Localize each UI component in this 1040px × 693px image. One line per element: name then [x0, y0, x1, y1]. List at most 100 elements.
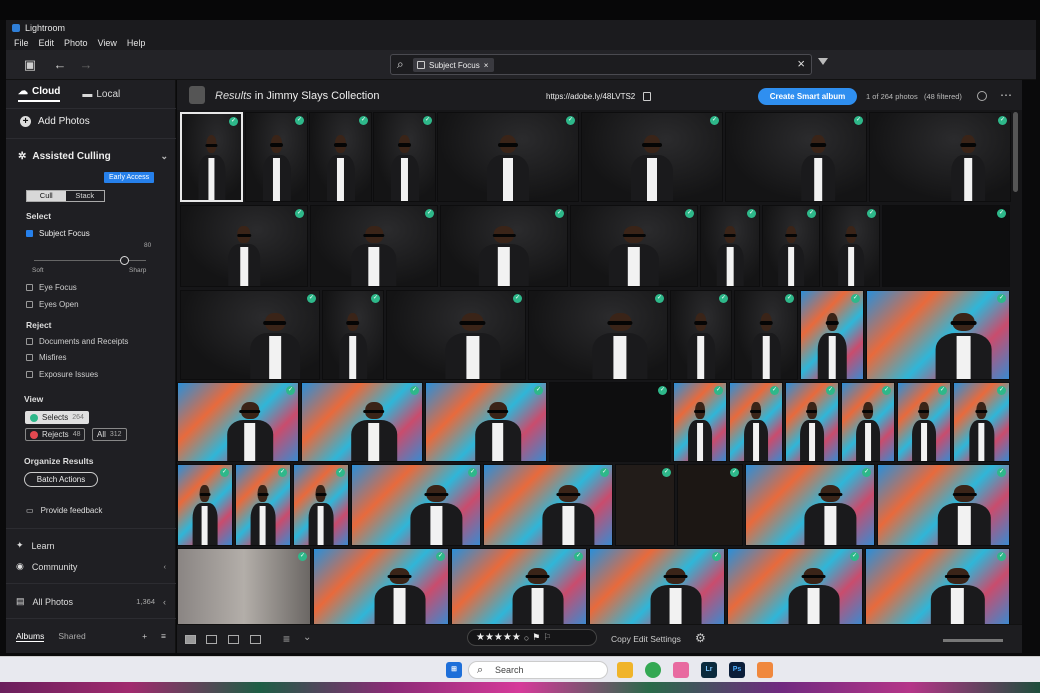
photo-thumbnail[interactable]: ✓ [177, 464, 233, 546]
eye-focus-checkbox[interactable]: Eye Focus [26, 283, 77, 292]
photo-thumbnail[interactable]: ✓ [309, 112, 372, 202]
photo-thumbnail[interactable]: ✓ [869, 112, 1011, 202]
stack-mode-button[interactable]: Stack [66, 191, 105, 201]
all-photos-item[interactable]: ▤ All Photos 1,364 ‹ [16, 596, 166, 607]
subject-focus-checkbox[interactable]: Subject Focus [26, 229, 90, 238]
photo-thumbnail[interactable]: ✓ [953, 382, 1010, 462]
provide-feedback-link[interactable]: ▭ Provide feedback [26, 506, 102, 515]
photo-thumbnail[interactable]: ✓ [729, 382, 783, 462]
learn-item[interactable]: ✦ Learn [16, 540, 166, 551]
more-options-icon[interactable]: ⋯ [1000, 88, 1013, 102]
photo-thumbnail[interactable]: ✓ [440, 205, 568, 287]
menu-help[interactable]: Help [127, 38, 146, 48]
photo-thumbnail[interactable]: ✓ [800, 290, 864, 380]
photo-thumbnail[interactable]: ✓ [245, 112, 308, 202]
tab-cloud[interactable]: ☁ Cloud [18, 86, 61, 102]
clear-search-icon[interactable]: × [797, 56, 805, 71]
menu-file[interactable]: File [14, 38, 29, 48]
menu-view[interactable]: View [98, 38, 117, 48]
file-explorer-icon[interactable] [617, 662, 633, 678]
photo-thumbnail[interactable]: ✓ [727, 548, 863, 624]
collection-thumbnail[interactable] [189, 86, 205, 104]
photo-thumbnail[interactable]: ✓ [822, 205, 880, 287]
photo-thumbnail[interactable]: ✓ [180, 205, 308, 287]
community-item[interactable]: ◉ Community ‹ [16, 561, 166, 572]
photo-thumbnail[interactable]: ✓ [451, 548, 587, 624]
photo-thumbnail[interactable]: ✓ [549, 382, 671, 462]
photo-thumbnail[interactable]: ✓ [528, 290, 668, 380]
flag-reject-icon[interactable]: ⚐ [543, 632, 551, 643]
assisted-culling-header[interactable]: ✲ Assisted Culling ⌄ [18, 151, 168, 162]
photo-thumbnail[interactable]: ✓ [570, 205, 698, 287]
grid-view-icon[interactable] [185, 635, 196, 644]
photo-thumbnail[interactable]: ✓ [725, 112, 867, 202]
photo-thumbnail[interactable]: ✓ [589, 548, 725, 624]
photo-thumbnail[interactable]: ✓ [310, 205, 438, 287]
copy-link-icon[interactable] [643, 92, 651, 101]
circle-icon[interactable]: ○ [524, 633, 529, 643]
gear-icon[interactable]: ⚙ [695, 631, 706, 645]
photo-thumbnail[interactable]: ✓ [177, 548, 311, 624]
photo-thumbnail[interactable]: ✓ [700, 205, 760, 287]
photo-thumbnail[interactable]: ✓ [762, 205, 820, 287]
slider-knob[interactable] [120, 256, 129, 265]
menu-photo[interactable]: Photo [64, 38, 88, 48]
app-icon[interactable] [757, 662, 773, 678]
photo-thumbnail[interactable]: ✓ [293, 464, 349, 546]
photo-thumbnail[interactable]: ✓ [882, 205, 1010, 287]
photo-thumbnail[interactable]: ✓ [877, 464, 1010, 546]
photo-thumbnail[interactable]: ✓ [673, 382, 727, 462]
star-rating[interactable]: ★★★★★ [476, 632, 521, 643]
misfires-checkbox[interactable]: Misfires [26, 353, 67, 362]
photo-thumbnail[interactable]: ✓ [235, 464, 291, 546]
back-arrow-icon[interactable]: ← [52, 57, 68, 73]
photo-thumbnail[interactable]: ✓ [437, 112, 579, 202]
photo-thumbnail[interactable]: ✓ [322, 290, 384, 380]
search-bar[interactable]: ⌕ Subject Focus × × [390, 54, 812, 75]
lightroom-taskbar-icon[interactable]: Lr [701, 662, 717, 678]
people-icon[interactable] [977, 91, 987, 101]
tab-local[interactable]: ▬ Local [82, 86, 120, 102]
photo-thumbnail[interactable]: ✓ [745, 464, 875, 546]
photo-thumbnail[interactable]: ✓ [180, 112, 243, 202]
photo-thumbnail[interactable]: ✓ [373, 112, 436, 202]
menu-edit[interactable]: Edit [39, 38, 55, 48]
photo-thumbnail[interactable]: ✓ [785, 382, 839, 462]
photo-thumbnail[interactable]: ✓ [897, 382, 951, 462]
tab-shared[interactable]: Shared [58, 631, 85, 642]
photo-thumbnail[interactable]: ✓ [866, 290, 1010, 380]
eyes-open-checkbox[interactable]: Eyes Open [26, 300, 79, 309]
add-album-icon[interactable]: + [142, 631, 147, 642]
photo-thumbnail[interactable]: ✓ [865, 548, 1010, 624]
photo-thumbnail[interactable]: ✓ [386, 290, 526, 380]
create-smart-album-button[interactable]: Create Smart album [758, 88, 857, 105]
all-filter[interactable]: All 312 [92, 428, 127, 441]
photos-app-icon[interactable] [673, 662, 689, 678]
photo-thumbnail[interactable]: ✓ [615, 464, 675, 546]
exposure-checkbox[interactable]: Exposure Issues [26, 370, 98, 379]
forward-arrow-icon[interactable]: → [78, 57, 94, 73]
photoshop-taskbar-icon[interactable]: Ps [729, 662, 745, 678]
photo-thumbnail[interactable]: ✓ [677, 464, 743, 546]
start-icon[interactable]: ⊞ [446, 662, 462, 678]
grid-scrollbar[interactable] [1013, 112, 1018, 192]
taskbar-search[interactable]: ⌕ Search [468, 661, 608, 679]
focus-slider[interactable] [34, 256, 146, 265]
tab-albums[interactable]: Albums [16, 631, 45, 642]
photo-thumbnail[interactable]: ✓ [483, 464, 613, 546]
photo-thumbnail[interactable]: ✓ [301, 382, 423, 462]
compare-view-icon[interactable] [228, 635, 239, 644]
add-photos-button[interactable]: + Add Photos [20, 116, 90, 127]
documents-checkbox[interactable]: Documents and Receipts [26, 337, 128, 346]
photo-thumbnail[interactable]: ✓ [581, 112, 723, 202]
sort-icon[interactable]: ≡ [283, 632, 290, 646]
share-url[interactable]: https://adobe.ly/48LVTS2 [546, 92, 635, 101]
photo-thumbnail[interactable]: ✓ [180, 290, 320, 380]
chip-close-icon[interactable]: × [484, 61, 489, 70]
subject-focus-chip[interactable]: Subject Focus × [413, 58, 495, 72]
photo-thumbnail[interactable]: ✓ [313, 548, 449, 624]
chrome-icon[interactable] [645, 662, 661, 678]
photo-thumbnail[interactable]: ✓ [425, 382, 547, 462]
cull-mode-button[interactable]: Cull [27, 191, 66, 201]
photo-thumbnail[interactable]: ✓ [351, 464, 481, 546]
